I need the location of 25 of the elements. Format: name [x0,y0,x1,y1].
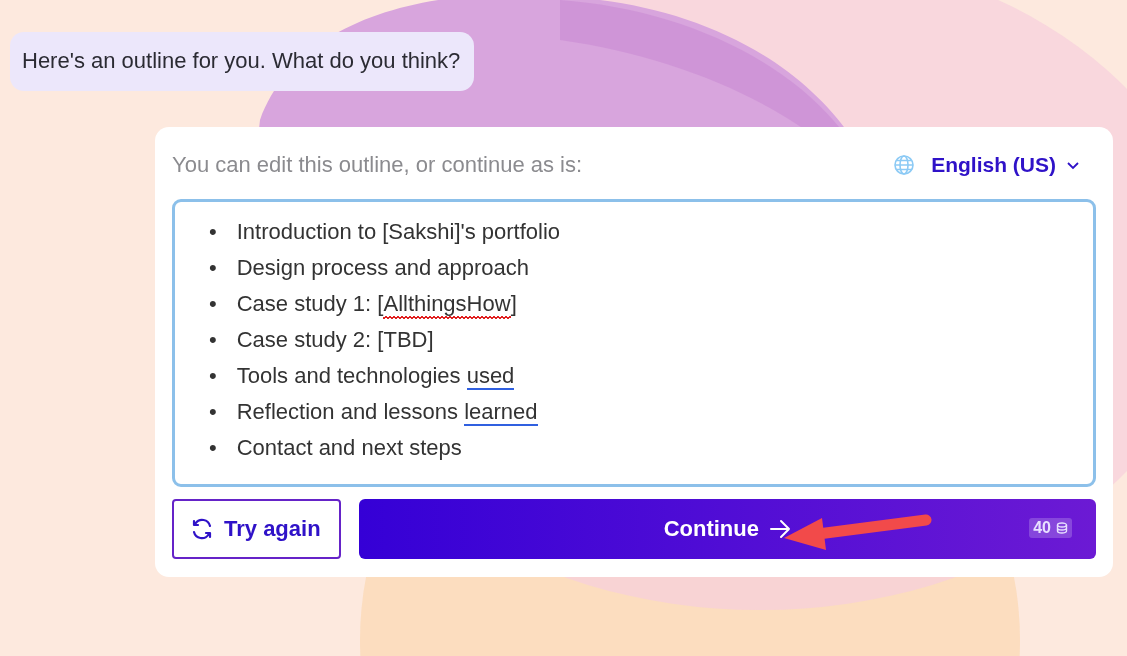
refresh-icon [190,517,214,541]
list-bullet: • [209,362,217,390]
list-bullet: • [209,326,217,354]
list-bullet: • [209,218,217,246]
list-bullet: • [209,254,217,282]
continue-button[interactable]: Continue 40 [358,499,1096,559]
outline-prompt: You can edit this outline, or continue as is: [172,152,583,178]
outline-item: Introduction to [Sakshi]'s portfolio [236,218,561,246]
chat-message: Here's an outline for you. What do you think? [10,32,475,91]
globe-icon [893,154,916,176]
outline-item: Reflection and lessons learned [236,398,538,428]
outline-item: Case study 2: [TBD] [236,326,434,354]
arrow-right-icon [768,519,791,539]
list-bullet: • [209,398,217,426]
try-again-button[interactable]: Try again [172,499,341,559]
outline-item: Case study 1: [AllthingsHow] [236,290,517,324]
credit-badge: 40 [1029,518,1072,538]
outline-item: Contact and next steps [236,434,462,462]
outline-item: Tools and technologies used [236,362,515,392]
chevron-down-icon [1066,160,1080,170]
list-bullet: • [209,434,217,462]
outline-editor[interactable] [172,199,1096,487]
list-bullet: • [209,290,217,318]
outline-item: Design process and approach [236,254,529,282]
language-selector[interactable]: English (US) [887,149,1086,181]
